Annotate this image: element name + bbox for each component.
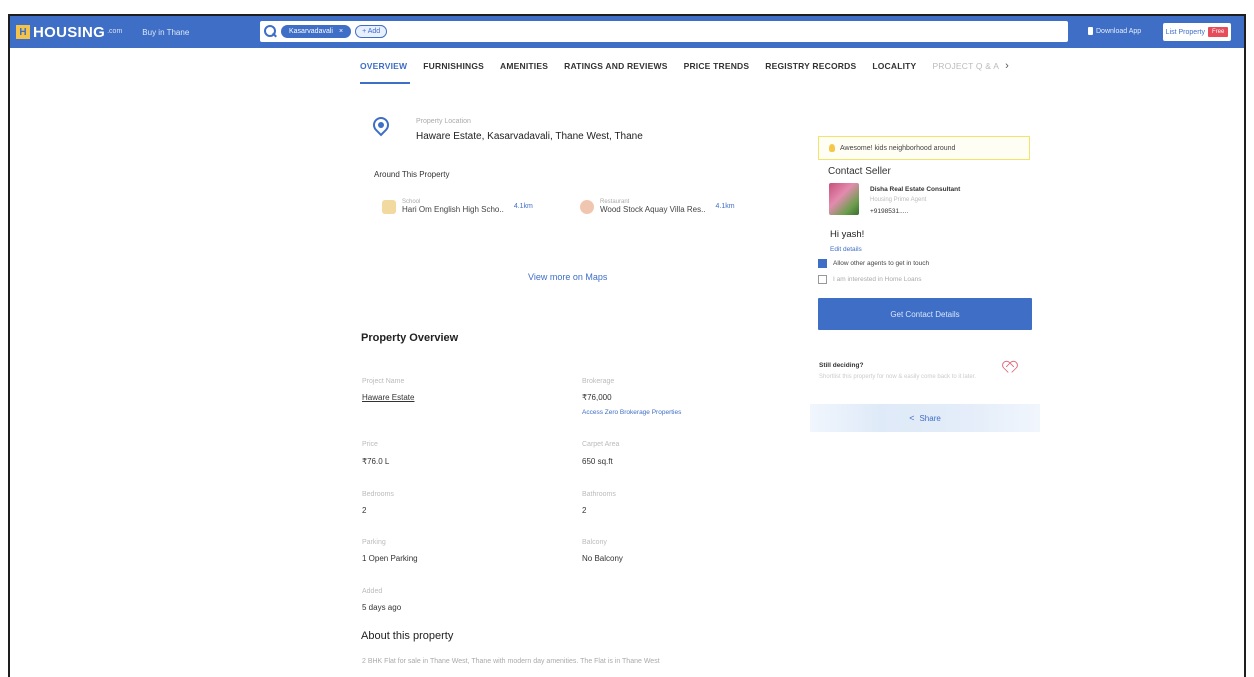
- lightbulb-icon: [829, 144, 835, 152]
- home-loans-checkbox-row[interactable]: I am interested in Home Loans: [818, 275, 922, 284]
- tab-project-qa[interactable]: PROJECT Q & A: [932, 61, 999, 71]
- top-navbar: H HOUSING .com Buy in Thane Kasarvadaval…: [10, 16, 1244, 48]
- allow-agents-checkbox[interactable]: [818, 259, 827, 268]
- bedrooms-label: Bedrooms: [362, 491, 394, 498]
- around-property-title: Around This Property: [374, 170, 450, 179]
- bedrooms-value: 2: [362, 506, 367, 515]
- close-icon[interactable]: ×: [339, 28, 343, 35]
- list-property-button[interactable]: List Property Free: [1163, 23, 1231, 41]
- property-overview-title: Property Overview: [361, 332, 459, 344]
- poi-name: Wood Stock Aquay Villa Res..: [600, 205, 706, 214]
- home-loans-checkbox[interactable]: [818, 275, 827, 284]
- free-badge: Free: [1207, 27, 1229, 37]
- allow-agents-label: Allow other agents to get in touch: [833, 260, 930, 267]
- parking-label: Parking: [362, 539, 386, 546]
- search-bar[interactable]: Kasarvadavali × + Add: [260, 21, 1068, 42]
- phone-icon: [1088, 27, 1093, 35]
- location-pin-icon: [369, 113, 393, 139]
- price-label: Price: [362, 441, 378, 448]
- restaurant-icon: [580, 199, 594, 214]
- property-location-value: Haware Estate, Kasarvadavali, Thane West…: [416, 131, 643, 142]
- chevron-right-icon[interactable]: ›: [1005, 60, 1009, 72]
- share-label: Share: [919, 413, 941, 423]
- active-tab-indicator: [360, 82, 410, 84]
- poi-distance: 4.1km: [513, 203, 533, 210]
- poi-name: Hari Om English High Scho..: [402, 205, 504, 214]
- download-app-label: Download App: [1096, 27, 1142, 35]
- tab-amenities[interactable]: AMENITIES: [500, 61, 548, 71]
- tab-furnishings[interactable]: FURNISHINGS: [423, 61, 484, 71]
- carpet-area-label: Carpet Area: [582, 441, 620, 448]
- logo-text: HOUSING: [33, 23, 106, 41]
- balcony-label: Balcony: [582, 539, 607, 546]
- added-label: Added: [362, 588, 383, 595]
- tab-overview[interactable]: OVERVIEW: [360, 61, 407, 71]
- view-more-maps-link[interactable]: View more on Maps: [528, 272, 607, 282]
- list-property-label: List Property: [1165, 28, 1205, 36]
- contact-seller-title: Contact Seller: [828, 166, 891, 177]
- project-name-link[interactable]: Haware Estate: [362, 393, 414, 402]
- search-icon[interactable]: [264, 25, 277, 38]
- neighborhood-banner-text: Awesome! kids neighborhood around: [840, 144, 956, 152]
- price-value: ₹76.0 L: [362, 457, 390, 466]
- parking-value: 1 Open Parking: [362, 554, 418, 563]
- about-property-text: 2 BHK Flat for sale in Thane West, Thane…: [362, 658, 660, 665]
- balcony-value: No Balcony: [582, 554, 623, 563]
- get-contact-details-button[interactable]: Get Contact Details: [818, 298, 1032, 330]
- property-location-label: Property Location: [416, 118, 471, 125]
- bathrooms-label: Bathrooms: [582, 491, 616, 498]
- neighborhood-banner: Awesome! kids neighborhood around: [818, 136, 1030, 160]
- poi-item-restaurant[interactable]: Restaurant Wood Stock Aquay Villa Res.. …: [580, 199, 735, 214]
- logo-suffix: .com: [107, 27, 123, 35]
- edit-details-link[interactable]: Edit details: [830, 246, 862, 253]
- bathrooms-value: 2: [582, 506, 587, 515]
- added-value: 5 days ago: [362, 603, 402, 612]
- poi-distance: 4.1km: [715, 203, 735, 210]
- carpet-area-value: 650 sq.ft: [582, 457, 613, 466]
- seller-avatar: [829, 183, 859, 215]
- school-icon: [382, 199, 396, 214]
- search-chip-locality[interactable]: Kasarvadavali ×: [281, 25, 352, 38]
- tab-locality[interactable]: LOCALITY: [872, 61, 916, 71]
- section-tabs: OVERVIEW FURNISHINGS AMENITIES RATINGS A…: [360, 60, 1009, 72]
- brokerage-value: ₹76,000: [582, 393, 612, 402]
- poi-item-school[interactable]: School Hari Om English High Scho.. 4.1km: [382, 199, 533, 214]
- still-deciding-text: Shortlist this property for now & easily…: [819, 374, 977, 380]
- logo-mark-icon: H: [16, 25, 30, 39]
- share-icon: <: [909, 413, 915, 423]
- housing-logo[interactable]: H HOUSING .com: [16, 24, 122, 41]
- tab-price-trends[interactable]: PRICE TRENDS: [684, 61, 750, 71]
- seller-phone: +9198531.....: [870, 208, 909, 215]
- zero-brokerage-link[interactable]: Access Zero Brokerage Properties: [582, 409, 681, 416]
- tab-registry-records[interactable]: REGISTRY RECORDS: [765, 61, 856, 71]
- share-button[interactable]: < Share: [810, 404, 1040, 432]
- seller-name: Disha Real Estate Consultant: [870, 186, 961, 193]
- browser-page: H HOUSING .com Buy in Thane Kasarvadaval…: [8, 14, 1246, 677]
- home-loans-label: I am interested in Home Loans: [833, 276, 922, 283]
- city-selector[interactable]: Buy in Thane: [142, 28, 189, 37]
- user-greeting: Hi yash!: [830, 229, 865, 240]
- tab-ratings-reviews[interactable]: RATINGS AND REVIEWS: [564, 61, 667, 71]
- allow-agents-checkbox-row[interactable]: Allow other agents to get in touch: [818, 259, 929, 268]
- download-app-link[interactable]: Download App: [1088, 27, 1141, 35]
- search-chip-label: Kasarvadavali: [289, 28, 333, 35]
- heart-icon[interactable]: [1003, 362, 1015, 373]
- about-property-title: About this property: [361, 630, 454, 642]
- add-locality-button[interactable]: + Add: [355, 25, 388, 38]
- brokerage-label: Brokerage: [582, 378, 615, 385]
- project-name-label: Project Name: [362, 378, 405, 385]
- still-deciding-title: Still deciding?: [819, 362, 864, 369]
- seller-subtitle: Housing Prime Agent: [870, 197, 927, 203]
